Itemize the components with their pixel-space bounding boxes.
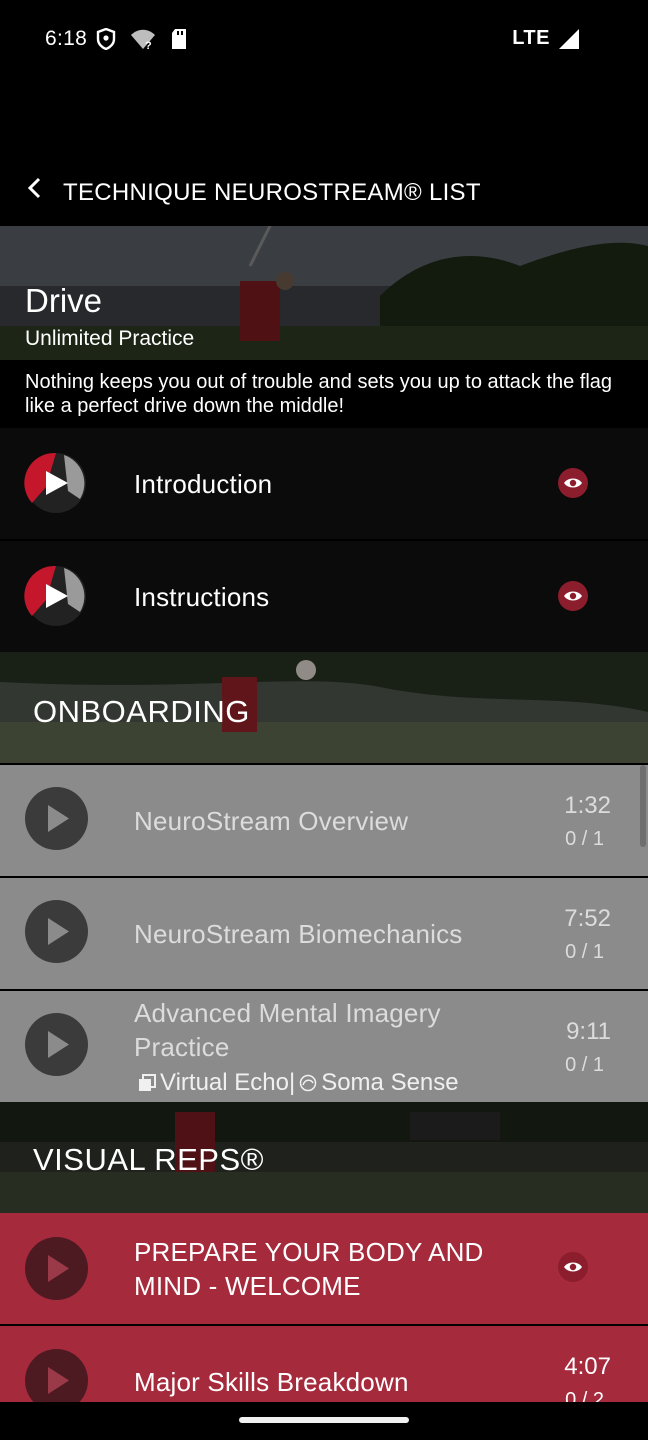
section-title: ONBOARDING xyxy=(33,694,250,729)
hero-title: Drive xyxy=(25,282,103,319)
play-icon[interactable] xyxy=(25,1013,88,1076)
status-right: LTE xyxy=(512,27,580,50)
home-handle[interactable] xyxy=(239,1417,409,1423)
progress-count: 0 / 1 xyxy=(565,828,604,850)
neurostream-logo-icon xyxy=(24,452,86,513)
play-icon[interactable] xyxy=(25,787,88,850)
list-item-label: Introduction xyxy=(134,469,273,499)
section-header-onboarding: ONBOARDING xyxy=(0,652,648,763)
list-item-label: Advanced Mental Imagery Practice xyxy=(134,996,441,1064)
list-item-label: PREPARE YOUR BODY AND MIND - WELCOME xyxy=(134,1235,484,1303)
hero-description: Nothing keeps you out of trouble and set… xyxy=(0,360,648,428)
status-icons: ? xyxy=(96,28,188,50)
wifi-icon: ? xyxy=(131,29,155,50)
list-item-major-skills[interactable]: Major Skills Breakdown 4:07 0 / 2 xyxy=(0,1326,648,1402)
list-item-label: Instructions xyxy=(134,582,270,612)
duration: 9:11 xyxy=(566,1018,611,1045)
list-item-label: NeuroStream Biomechanics xyxy=(134,919,463,949)
play-icon[interactable] xyxy=(25,1349,88,1402)
back-button[interactable] xyxy=(18,172,50,204)
list-item-neurostream-overview[interactable]: NeuroStream Overview 1:32 0 / 1 xyxy=(0,765,648,876)
sd-card-icon xyxy=(172,29,186,49)
list-item-introduction[interactable]: Introduction xyxy=(0,428,648,539)
eye-icon[interactable] xyxy=(558,468,588,498)
svg-text:?: ? xyxy=(145,40,152,50)
eye-icon[interactable] xyxy=(558,1252,588,1282)
list-item-neurostream-biomechanics[interactable]: NeuroStream Biomechanics 7:52 0 / 1 xyxy=(0,878,648,989)
progress-count: 0 / 1 xyxy=(565,941,604,963)
list-item-label-line1: Advanced Mental Imagery xyxy=(134,998,441,1028)
tag-soma-sense: Soma Sense xyxy=(321,1069,459,1096)
tag-virtual-echo: Virtual Echo| xyxy=(160,1069,296,1096)
list-item-prepare-body-mind[interactable]: PREPARE YOUR BODY AND MIND - WELCOME xyxy=(0,1213,648,1324)
progress-count: 0 / 1 xyxy=(565,1054,604,1076)
gesture-nav-bar xyxy=(0,1402,648,1440)
duration: 1:32 xyxy=(564,792,611,819)
list-item-label-line2: MIND - WELCOME xyxy=(134,1271,361,1301)
duration: 4:07 xyxy=(564,1353,611,1380)
scrollbar[interactable] xyxy=(640,765,646,847)
section-header-visual-reps: VISUAL REPS® xyxy=(0,1102,648,1213)
shield-icon xyxy=(96,28,116,50)
app-header: TECHNIQUE NEUROSTREAM® LIST xyxy=(0,150,648,226)
list-item-instructions[interactable]: Instructions xyxy=(0,541,648,652)
section-title: VISUAL REPS® xyxy=(33,1142,264,1177)
network-type: LTE xyxy=(512,27,550,49)
list-item-label: Major Skills Breakdown xyxy=(134,1367,409,1397)
hero-subtitle: Unlimited Practice xyxy=(25,327,195,350)
play-icon[interactable] xyxy=(25,900,88,963)
neurostream-logo-icon xyxy=(24,565,86,626)
page-title: TECHNIQUE NEUROSTREAM® LIST xyxy=(63,179,481,206)
duration: 7:52 xyxy=(564,905,611,932)
list-item-label-line1: PREPARE YOUR BODY AND xyxy=(134,1237,484,1267)
list-item-label-line2: Practice xyxy=(134,1032,230,1062)
hero-banner: Drive Unlimited Practice xyxy=(0,226,648,360)
progress-count: 0 / 2 xyxy=(565,1389,604,1402)
virtual-echo-icon xyxy=(139,1074,156,1091)
list-item-label: NeuroStream Overview xyxy=(134,806,409,836)
eye-icon[interactable] xyxy=(558,581,588,611)
chevron-left-icon xyxy=(27,177,41,199)
soma-sense-icon xyxy=(299,1074,317,1092)
technique-tags: Virtual Echo| Soma Sense xyxy=(138,1069,459,1097)
status-time: 6:18 xyxy=(45,27,88,50)
play-icon[interactable] xyxy=(25,1237,88,1300)
cell-signal-icon xyxy=(559,28,579,49)
status-bar: 6:18 ? LTE xyxy=(0,0,648,80)
